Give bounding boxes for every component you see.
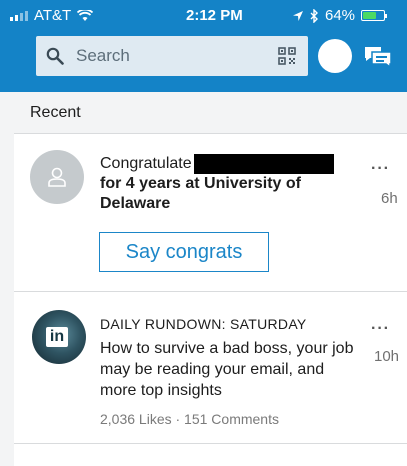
location-arrow-icon — [293, 10, 303, 21]
profile-avatar[interactable] — [318, 39, 352, 73]
article-kicker: DAILY RUNDOWN: SATURDAY — [100, 316, 307, 332]
qr-code-icon[interactable] — [278, 47, 296, 65]
say-congrats-button[interactable]: Say congrats — [99, 232, 269, 272]
carrier-info: AT&T — [10, 7, 94, 24]
time-ago: 10h — [374, 348, 400, 365]
battery-icon — [361, 10, 388, 21]
bluetooth-icon — [310, 8, 318, 23]
status-bar: AT&T 2:12 PM 64% — [0, 0, 407, 30]
section-title: Recent — [30, 103, 81, 121]
signal-icon — [10, 10, 28, 21]
social-counts[interactable]: 2,036 Likes · 151 Comments — [100, 411, 279, 427]
redacted-name — [193, 154, 334, 174]
messaging-icon[interactable] — [364, 45, 392, 69]
more-options-icon[interactable]: ··· — [371, 160, 390, 178]
search-bar[interactable] — [36, 36, 308, 76]
carrier-name: AT&T — [34, 7, 72, 24]
search-input[interactable] — [76, 46, 266, 66]
wifi-icon — [77, 9, 94, 21]
time-ago: 6h — [381, 190, 398, 207]
anniversary-detail: for 4 years at University of Delaware — [100, 175, 301, 212]
app-header: AT&T 2:12 PM 64% — [0, 0, 407, 92]
linkedin-logo: in — [46, 327, 68, 347]
feed-card-article[interactable]: in DAILY RUNDOWN: SATURDAY How to surviv… — [14, 292, 407, 444]
section-header: Recent — [14, 92, 407, 134]
person-icon — [48, 167, 66, 187]
congratulate-label: Congratulate — [100, 155, 192, 172]
more-options-icon[interactable]: ··· — [371, 320, 390, 338]
feed-list: Congratulate for 4 years at University o… — [14, 134, 407, 466]
feed-card-anniversary: Congratulate for 4 years at University o… — [14, 134, 407, 292]
anniversary-text: Congratulate for 4 years at University o… — [100, 154, 360, 214]
status-right: 64% — [292, 7, 388, 24]
clock: 2:12 PM — [186, 7, 243, 24]
person-avatar[interactable] — [30, 150, 84, 204]
article-title[interactable]: How to survive a bad boss, your job may … — [100, 338, 360, 401]
linkedin-avatar[interactable]: in — [32, 310, 86, 364]
anniversary-line-1: Congratulate — [100, 154, 360, 174]
battery-percent: 64% — [325, 7, 356, 24]
search-icon — [46, 47, 64, 65]
